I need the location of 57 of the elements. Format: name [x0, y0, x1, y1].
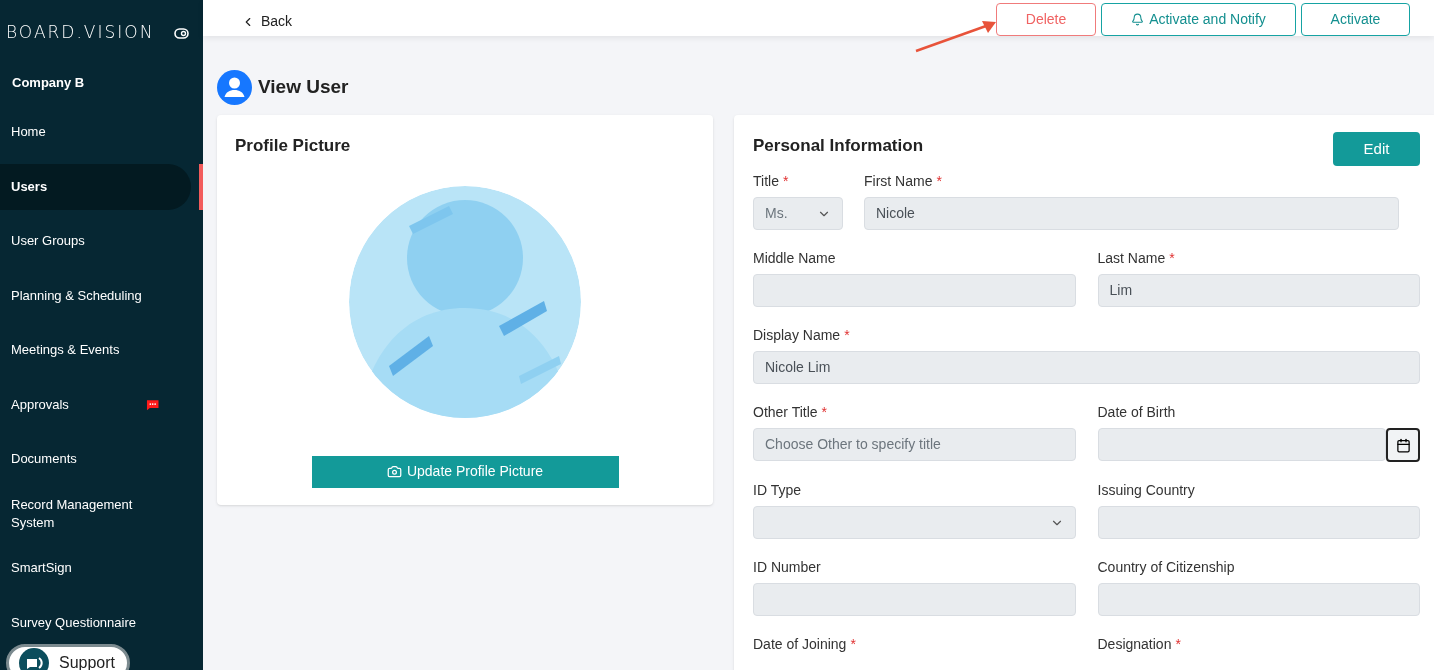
activate-notify-button[interactable]: Activate and Notify — [1101, 3, 1296, 36]
sidebar-item[interactable]: Planning & Scheduling — [0, 284, 191, 307]
input-field[interactable]: Choose Other to specify title — [753, 428, 1076, 461]
required-mark: * — [782, 172, 789, 188]
select-field[interactable]: Ms. — [753, 197, 843, 230]
input-field[interactable] — [753, 583, 1076, 616]
field-label: ID Number — [753, 558, 821, 574]
bell-icon — [1131, 13, 1145, 26]
input-field[interactable] — [1097, 583, 1420, 616]
select-field[interactable] — [753, 506, 1076, 539]
sidebar-item[interactable]: User Groups — [0, 230, 191, 253]
input-field[interactable]: Nicole — [864, 197, 1399, 230]
calendar-button[interactable] — [1386, 428, 1420, 462]
sidebar-item[interactable]: Documents — [0, 448, 191, 471]
field-label: ID Type — [753, 481, 801, 497]
field-label: Date of Birth — [1097, 403, 1176, 419]
user-icon — [217, 70, 252, 105]
activate-button[interactable]: Activate — [1301, 3, 1410, 36]
sidebar-item[interactable]: Survey Questionnaire — [0, 611, 191, 634]
active-indicator — [199, 163, 203, 210]
camera-icon — [386, 464, 402, 479]
field-label: Display Name — [753, 326, 841, 342]
field-label: Designation — [1097, 635, 1172, 651]
date-field[interactable] — [1097, 428, 1386, 461]
company-name: Company B — [12, 73, 85, 92]
required-mark: * — [1175, 635, 1181, 651]
field-label: Country of Citizenship — [1097, 558, 1235, 574]
required-mark: * — [936, 172, 942, 188]
required-mark: * — [821, 403, 828, 419]
field-label: Issuing Country — [1097, 481, 1195, 497]
sidebar-item[interactable]: Record Management System — [0, 493, 191, 534]
brand-logo: BOARD.VISION — [6, 21, 155, 45]
field-label: Title — [753, 172, 779, 188]
field-label: Other Title — [753, 403, 818, 419]
required-mark: * — [850, 635, 856, 651]
toggle-icon — [174, 27, 189, 39]
required-mark: * — [1169, 249, 1175, 265]
input-field[interactable]: Nicole Lim — [753, 351, 1420, 384]
page-title: View User — [258, 75, 349, 100]
input-field[interactable] — [753, 274, 1076, 307]
field-label: First Name — [864, 172, 933, 188]
input-field[interactable]: Lim — [1097, 274, 1420, 307]
sidebar-item[interactable]: SmartSign — [0, 557, 191, 580]
field-label: Last Name — [1097, 249, 1166, 265]
sidebar-item[interactable]: Users — [0, 163, 191, 210]
chat-icon — [19, 648, 49, 670]
back-link[interactable]: Back — [241, 11, 293, 32]
sidebar-item[interactable]: Home — [0, 121, 191, 144]
sidebar-item[interactable]: Meetings & Events — [0, 339, 191, 362]
required-mark: * — [844, 326, 850, 342]
card-title: Profile Picture — [234, 135, 351, 157]
card-title: Personal Information — [753, 135, 924, 157]
input-field[interactable] — [1097, 506, 1420, 539]
sidebar-item[interactable]: Approvals — [0, 393, 191, 416]
field-label: Middle Name — [753, 249, 836, 265]
field-label: Date of Joining — [753, 635, 847, 651]
calendar-icon — [1395, 437, 1411, 453]
